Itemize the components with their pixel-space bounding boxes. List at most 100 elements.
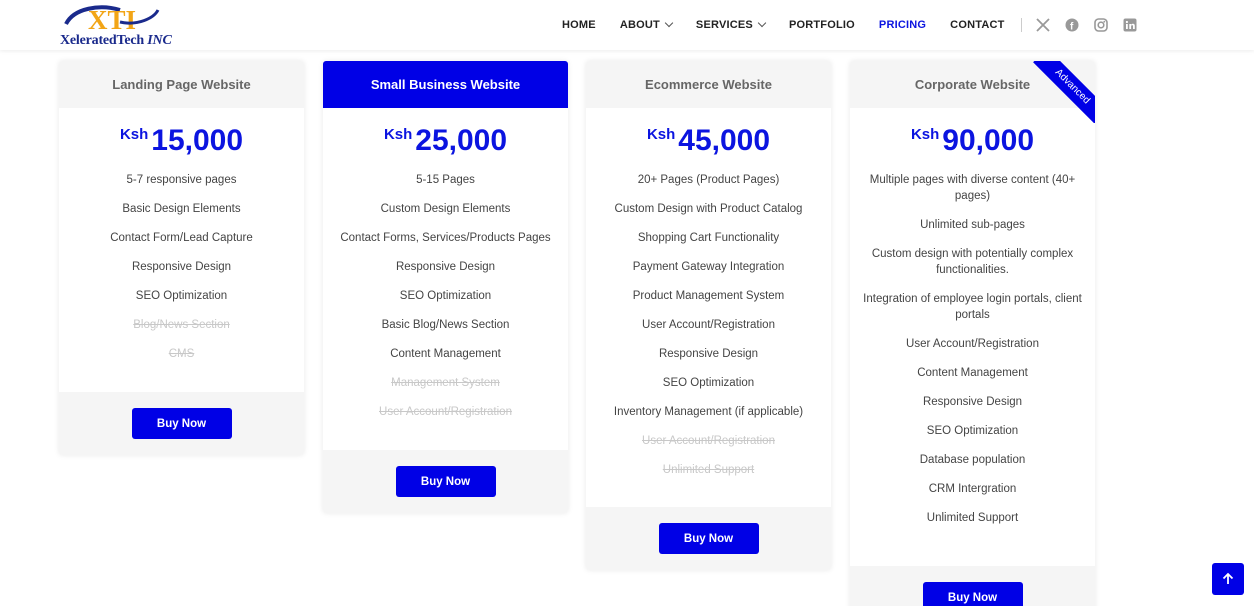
feature-item: 5-15 Pages	[416, 174, 475, 186]
feature-item: Content Management	[917, 367, 1028, 379]
feature-list: 20+ Pages (Product Pages) Custom Design …	[586, 160, 831, 478]
plan-title: Small Business Website	[323, 61, 568, 108]
xti-logo-mark: XTI	[64, 5, 160, 35]
plan-title: Ecommerce Website	[586, 61, 831, 108]
back-to-top-button[interactable]	[1212, 563, 1244, 595]
site-header: XTI XeleratedTech INC HOME ABOUT SERVICE…	[0, 0, 1254, 50]
nav-portfolio-label: PORTFOLIO	[788, 18, 855, 31]
social-links: f	[1036, 17, 1152, 32]
nav-portfolio[interactable]: PORTFOLIO	[789, 19, 855, 31]
nav-contact[interactable]: CONTACT	[950, 19, 1004, 31]
facebook-icon[interactable]: f	[1065, 17, 1080, 32]
feature-item: Multiple pages with diverse content (40+…	[869, 174, 1076, 202]
feature-item: SEO Optimization	[662, 377, 755, 389]
feature-item: User Account/Registration	[906, 338, 1039, 350]
plan-price: Ksh 45,000	[586, 124, 831, 160]
feature-item-excluded: CMS	[168, 348, 195, 360]
feature-list: 5-15 Pages Custom Design Elements Contac…	[323, 160, 568, 420]
price-currency: Ksh	[910, 126, 940, 143]
buy-now-button[interactable]: Buy Now	[658, 523, 759, 554]
nav-services[interactable]: SERVICES	[695, 18, 767, 31]
price-amount: 45,000	[678, 124, 771, 157]
nav-home-label: HOME	[562, 18, 596, 31]
card-footer: Buy Now	[586, 507, 831, 570]
plan-price: Ksh 90,000	[850, 124, 1095, 160]
feature-item: 5-7 responsive pages	[126, 174, 237, 186]
feature-item: SEO Optimization	[135, 290, 228, 302]
buy-now-button[interactable]: Buy Now	[131, 408, 232, 439]
feature-item-excluded: Blog/News Section	[133, 319, 230, 331]
feature-list: 5-7 responsive pages Basic Design Elemen…	[59, 160, 304, 362]
feature-list: Multiple pages with diverse content (40+…	[850, 160, 1095, 526]
nav-home[interactable]: HOME	[562, 19, 596, 31]
price-amount: 15,000	[151, 124, 244, 157]
plan-price: Ksh 25,000	[323, 124, 568, 160]
card-footer: Buy Now	[323, 450, 568, 513]
card-footer: Buy Now	[850, 566, 1095, 606]
feature-item-excluded: User Account/Registration	[642, 435, 775, 447]
feature-item: Basic Blog/News Section	[381, 319, 510, 331]
feature-item: Database population	[919, 454, 1026, 466]
feature-item: Shopping Cart Functionality	[637, 232, 780, 244]
plan-card-small-business: Small Business Website Ksh 25,000 5-15 Pa…	[323, 61, 568, 513]
ribbon-corner: Advanced	[1033, 61, 1095, 123]
feature-item: Custom Design Elements	[380, 203, 511, 215]
instagram-icon[interactable]	[1094, 17, 1109, 32]
feature-item-excluded: Unlimited Support	[662, 464, 755, 476]
svg-text:XTI: XTI	[88, 5, 136, 35]
card-footer: Buy Now	[59, 392, 304, 455]
feature-item: Custom design with potentially complex f…	[871, 248, 1074, 276]
feature-item: 20+ Pages (Product Pages)	[637, 174, 780, 186]
plan-card-landing: Landing Page Website Ksh 15,000 5-7 respo…	[59, 61, 304, 455]
nav-services-label: SERVICES	[695, 18, 753, 31]
plan-card-corporate: Corporate Website Advanced Ksh 90,000 Mul…	[850, 61, 1095, 606]
buy-now-button[interactable]: Buy Now	[395, 466, 496, 497]
feature-item: Responsive Design	[922, 396, 1023, 408]
feature-item: Inventory Management (if applicable)	[613, 406, 804, 418]
plan-price: Ksh 15,000	[59, 124, 304, 160]
brand-logo[interactable]: XTI XeleratedTech INC	[60, 2, 190, 48]
feature-item-excluded: Management System	[391, 377, 500, 389]
chevron-down-icon	[757, 18, 767, 27]
nav-pricing[interactable]: PRICING	[879, 19, 926, 31]
brand-name-main: XeleratedTech	[60, 33, 144, 48]
price-currency: Ksh	[646, 126, 676, 143]
feature-item: Unlimited Support	[926, 512, 1019, 524]
feature-item: Unlimited sub-pages	[920, 219, 1025, 231]
feature-item: Payment Gateway Integration	[632, 261, 785, 273]
feature-item: SEO Optimization	[926, 425, 1019, 437]
brand-name-suffix: INC	[147, 33, 172, 48]
feature-item: Contact Forms, Services/Products Pages	[340, 232, 551, 244]
feature-item-excluded: User Account/Registration	[379, 406, 512, 418]
feature-item: Responsive Design	[658, 348, 759, 360]
arrow-up-icon	[1222, 572, 1234, 584]
chevron-down-icon	[664, 18, 674, 27]
nav-divider	[1020, 17, 1022, 32]
feature-item: Responsive Design	[395, 261, 496, 273]
feature-item: SEO Optimization	[399, 290, 492, 302]
nav-pricing-label: PRICING	[878, 18, 927, 31]
nav-about-label: ABOUT	[619, 18, 660, 31]
brand-name: XeleratedTech INC	[60, 33, 172, 49]
nav-about[interactable]: ABOUT	[619, 18, 674, 31]
main-nav: HOME ABOUT SERVICES PORTFOLIO PRICING CO…	[562, 17, 1152, 32]
linkedin-icon[interactable]	[1123, 17, 1138, 32]
feature-item: Basic Design Elements	[122, 203, 241, 215]
feature-item: CRM Intergration	[928, 483, 1017, 495]
feature-item: Content Management	[390, 348, 501, 360]
feature-item: Integration of employee login portals, c…	[863, 293, 1082, 321]
plan-card-ecommerce: Ecommerce Website Ksh 45,000 20+ Pages (P…	[586, 61, 831, 570]
x-icon[interactable]	[1036, 17, 1051, 32]
plan-title: Landing Page Website	[59, 61, 304, 108]
buy-now-button[interactable]: Buy Now	[922, 582, 1023, 606]
price-amount: 25,000	[415, 124, 508, 157]
feature-item: Product Management System	[632, 290, 785, 302]
advanced-ribbon: Advanced	[1033, 61, 1095, 123]
price-currency: Ksh	[119, 126, 149, 143]
price-amount: 90,000	[942, 124, 1035, 157]
feature-item: Responsive Design	[131, 261, 232, 273]
nav-contact-label: CONTACT	[950, 18, 1005, 31]
feature-item: User Account/Registration	[642, 319, 775, 331]
price-currency: Ksh	[383, 126, 413, 143]
feature-item: Custom Design with Product Catalog	[614, 203, 803, 215]
